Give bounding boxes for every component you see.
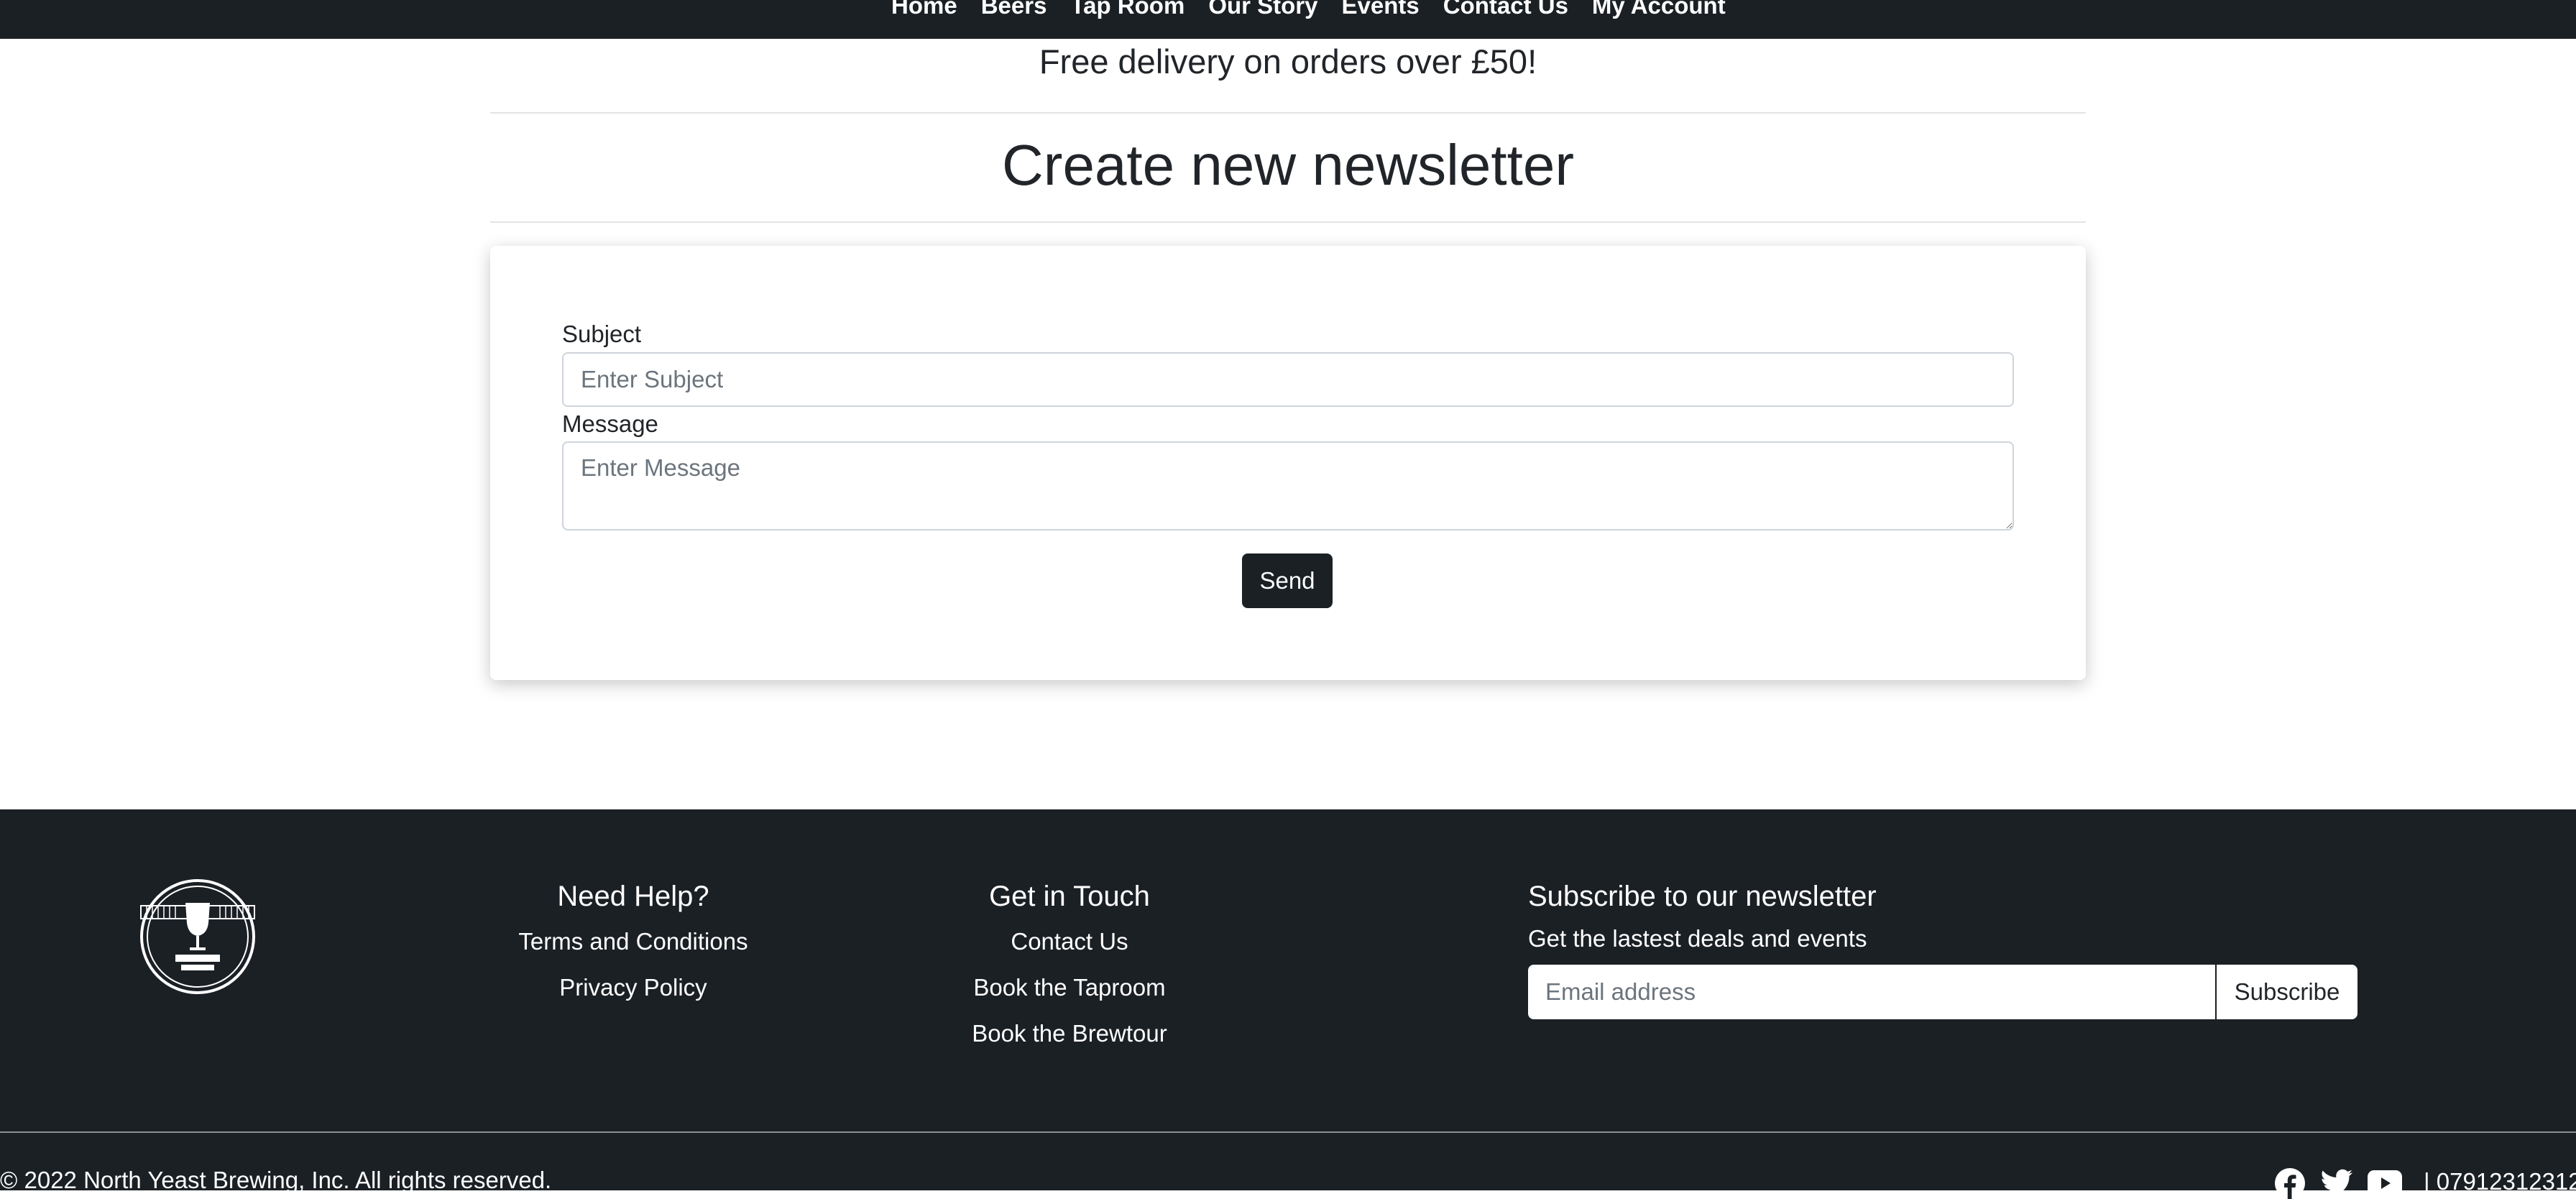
- divider-top: [490, 112, 2086, 114]
- nav-list: Home Beers Tap Room Our Story Events Con…: [891, 0, 1749, 20]
- subject-label: Subject: [562, 321, 642, 347]
- message-textarea[interactable]: [562, 441, 2014, 530]
- newsletter-subtitle: Get the lastest deals and events: [1528, 925, 1867, 952]
- facebook-icon[interactable]: [2274, 1167, 2306, 1199]
- top-navbar: Home Beers Tap Room Our Story Events Con…: [0, 0, 2576, 39]
- page-title: Create new newsletter: [1002, 133, 1574, 197]
- nav-item-beers[interactable]: Beers: [981, 0, 1047, 20]
- newsletter-heading: Subscribe to our newsletter: [1528, 881, 1877, 912]
- copyright-text: © 2022 North Yeast Brewing, Inc. All rig…: [0, 1167, 552, 1193]
- privacy-link[interactable]: Privacy Policy: [486, 973, 781, 1002]
- book-brewtour-link[interactable]: Book the Brewtour: [926, 1019, 1213, 1048]
- social-links: [2274, 1167, 2402, 1199]
- phone-number: | 07912312312: [2424, 1168, 2576, 1195]
- nav-item-our-story[interactable]: Our Story: [1208, 0, 1317, 20]
- newsletter-form-card: Subject Message Send: [490, 246, 2086, 680]
- footer-divider: [0, 1131, 2576, 1133]
- divider-bottom: [490, 221, 2086, 223]
- terms-link[interactable]: Terms and Conditions: [486, 927, 781, 956]
- north-yeast-brewing-logo-icon[interactable]: [139, 878, 256, 995]
- book-taproom-link[interactable]: Book the Taproom: [926, 973, 1213, 1002]
- site-footer: Need Help? Terms and Conditions Privacy …: [0, 809, 2576, 1199]
- contact-us-link[interactable]: Contact Us: [926, 927, 1213, 956]
- nav-item-events[interactable]: Events: [1342, 0, 1420, 20]
- subscribe-button[interactable]: Subscribe: [2217, 965, 2358, 1019]
- subject-input[interactable]: [562, 352, 2014, 407]
- nav-item-tap-room[interactable]: Tap Room: [1070, 0, 1184, 20]
- need-help-heading: Need Help?: [557, 881, 709, 912]
- nav-item-contact-us[interactable]: Contact Us: [1443, 0, 1568, 20]
- twitter-icon[interactable]: [2320, 1169, 2353, 1198]
- send-button[interactable]: Send: [1242, 553, 1333, 608]
- promo-banner: Free delivery on orders over £50!: [1039, 42, 1537, 81]
- nav-item-home[interactable]: Home: [891, 0, 957, 20]
- nav-item-my-account[interactable]: My Account: [1592, 0, 1726, 20]
- email-input[interactable]: [1528, 965, 2215, 1019]
- get-in-touch-heading: Get in Touch: [989, 881, 1150, 912]
- message-label: Message: [562, 410, 658, 437]
- youtube-icon[interactable]: [2368, 1170, 2402, 1196]
